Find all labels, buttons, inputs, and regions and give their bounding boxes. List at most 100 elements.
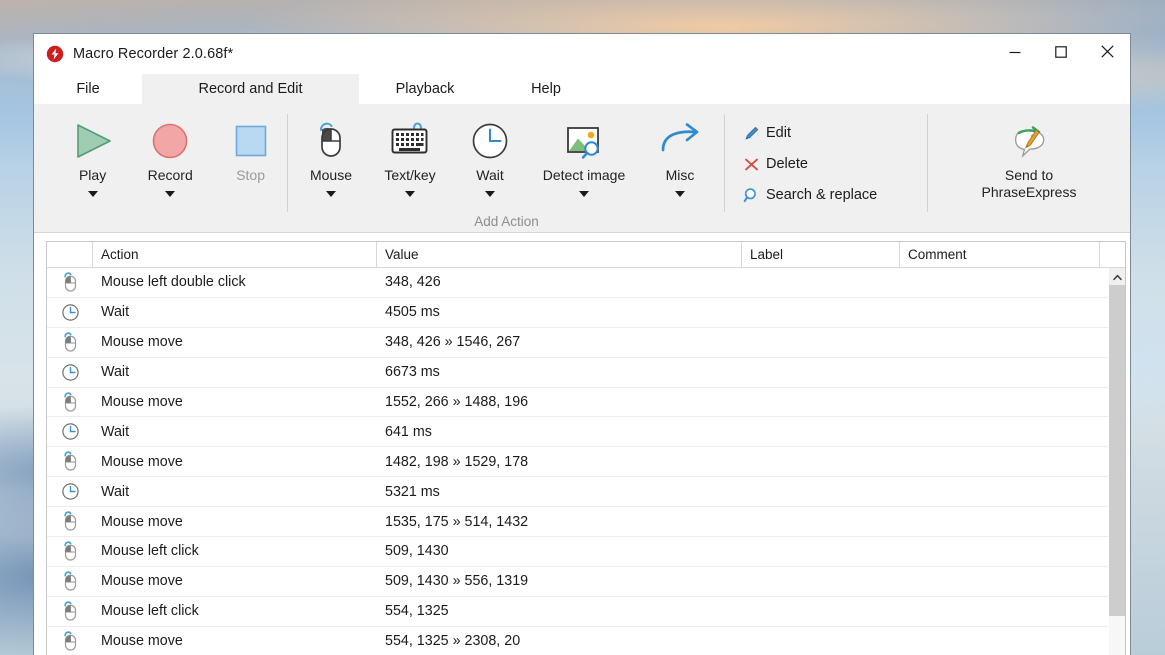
ribbon-group-edit-commands: Edit Delete Search & replace xyxy=(725,108,928,232)
tab-playback-label: Playback xyxy=(395,81,455,97)
ribbon-group-transport: Play Record Stop xyxy=(34,108,288,232)
edit-button[interactable]: Edit xyxy=(739,122,883,144)
stop-button[interactable]: Stop xyxy=(213,108,288,232)
window-controls xyxy=(992,34,1130,74)
table-row[interactable]: Mouse move 554, 1325 » 2308, 20 xyxy=(47,627,1108,655)
mouse-icon xyxy=(47,541,93,562)
row-action-cell: Wait xyxy=(101,483,130,500)
mouse-icon xyxy=(47,630,93,652)
row-value-cell: 348, 426 xyxy=(385,274,441,291)
ribbon-group-send-to: Send to PhraseExpress xyxy=(928,108,1130,232)
table-row[interactable]: Wait 5321 ms xyxy=(47,477,1108,508)
close-icon xyxy=(1100,45,1114,63)
ribbon-group-add-action: Mouse Text/key Wait Detect image Misc Ad… xyxy=(288,108,725,232)
row-action-cell: Mouse move xyxy=(101,334,183,351)
send-to-phraseexpress-button[interactable]: Send to PhraseExpress xyxy=(954,108,1104,232)
wait-label: Wait xyxy=(476,167,504,183)
row-value-cell: 554, 1325 xyxy=(385,603,449,620)
lightning-bolt-icon xyxy=(46,45,64,63)
record-button[interactable]: Record xyxy=(127,108,213,232)
tab-playback[interactable]: Playback xyxy=(359,74,491,104)
textkey-chevron-down-icon[interactable] xyxy=(405,190,415,197)
table-row[interactable]: Wait 6673 ms xyxy=(47,358,1108,388)
grid-vertical-scrollbar[interactable] xyxy=(1108,268,1125,655)
mouse-icon xyxy=(310,118,352,164)
mouse-icon xyxy=(47,272,93,293)
table-row[interactable]: Wait 4505 ms xyxy=(47,298,1108,328)
tab-help[interactable]: Help xyxy=(491,74,601,104)
record-chevron-down-icon[interactable] xyxy=(165,190,176,197)
search-and-replace-button[interactable]: Search & replace xyxy=(739,184,883,206)
magnifier-icon xyxy=(741,185,761,205)
mouse-icon xyxy=(47,511,93,532)
row-value-cell: 509, 1430 » 556, 1319 xyxy=(385,573,529,590)
edit-label: Edit xyxy=(766,125,791,141)
tab-record-and-edit[interactable]: Record and Edit xyxy=(142,74,359,104)
row-value-cell: 6673 ms xyxy=(385,364,440,381)
x-cross-icon xyxy=(741,154,761,174)
minimize-button[interactable] xyxy=(992,34,1038,74)
row-value-cell: 1482, 198 » 1529, 178 xyxy=(385,453,529,470)
mouse-icon xyxy=(47,451,93,472)
grid-header-row: Action Value Label Comment xyxy=(47,242,1125,268)
clock-icon xyxy=(47,482,93,501)
table-row[interactable]: Mouse left click 554, 1325 xyxy=(47,597,1108,627)
keyboard-icon xyxy=(387,118,433,164)
clock-icon xyxy=(47,422,93,441)
mouse-icon xyxy=(47,332,93,353)
record-circle-icon xyxy=(148,118,192,164)
scrollbar-thumb[interactable] xyxy=(1109,285,1125,616)
macro-recorder-window: Macro Recorder 2.0.68f* File Record and … xyxy=(33,33,1131,655)
wait-chevron-down-icon[interactable] xyxy=(485,190,495,197)
clock-icon xyxy=(47,303,93,322)
row-action-cell: Mouse move xyxy=(101,394,183,410)
table-row[interactable]: Mouse move 1535, 175 » 514, 1432 xyxy=(47,507,1108,538)
close-button[interactable] xyxy=(1084,34,1130,74)
minimize-icon xyxy=(1009,45,1021,63)
curved-arrow-icon xyxy=(654,118,706,164)
search-replace-label: Search & replace xyxy=(766,187,878,203)
column-header-filler xyxy=(1100,242,1125,267)
misc-label: Misc xyxy=(665,167,695,183)
column-header-action[interactable]: Action xyxy=(93,242,377,267)
action-list-grid: Action Value Label Comment Mouse left do… xyxy=(46,241,1126,655)
ribbon-tab-strip: File Record and Edit Playback Help xyxy=(34,74,1130,104)
column-header-label[interactable]: Label xyxy=(742,242,900,267)
scrollbar-track[interactable] xyxy=(1109,285,1125,655)
add-action-group-caption: Add Action xyxy=(474,214,539,229)
mouse-chevron-down-icon[interactable] xyxy=(326,190,336,197)
column-header-comment[interactable]: Comment xyxy=(900,242,1100,267)
play-button[interactable]: Play xyxy=(58,108,127,232)
table-row[interactable]: Mouse move 509, 1430 » 556, 1319 xyxy=(47,567,1108,597)
detect-image-chevron-down-icon[interactable] xyxy=(579,190,589,197)
chevron-up-icon xyxy=(1112,268,1122,286)
mouse-icon xyxy=(47,571,93,592)
title-bar: Macro Recorder 2.0.68f* xyxy=(34,34,1130,74)
table-row[interactable]: Mouse move 1482, 198 » 1529, 178 xyxy=(47,447,1108,478)
tab-file[interactable]: File xyxy=(34,74,142,104)
column-header-icon[interactable] xyxy=(47,242,93,267)
table-row[interactable]: Mouse left double click 348, 426 xyxy=(47,268,1108,298)
table-row[interactable]: Mouse move 1552, 266 » 1488, 196 xyxy=(47,388,1108,418)
stop-square-icon xyxy=(229,118,273,164)
row-action-cell: Wait xyxy=(101,304,130,321)
play-chevron-down-icon[interactable] xyxy=(87,190,98,197)
row-value-cell: 641 ms xyxy=(385,423,432,440)
delete-label: Delete xyxy=(766,156,808,172)
image-search-icon xyxy=(561,118,607,164)
table-row[interactable]: Mouse move 348, 426 » 1546, 267 xyxy=(47,328,1108,358)
delete-button[interactable]: Delete xyxy=(739,153,883,175)
play-triangle-icon xyxy=(71,118,115,164)
pencil-icon xyxy=(741,123,761,143)
scroll-up-button[interactable] xyxy=(1109,268,1125,285)
column-header-value[interactable]: Value xyxy=(377,242,742,267)
window-title: Macro Recorder 2.0.68f* xyxy=(73,46,234,62)
mouse-icon xyxy=(47,601,93,622)
maximize-button[interactable] xyxy=(1038,34,1084,74)
misc-chevron-down-icon[interactable] xyxy=(675,190,685,197)
table-row[interactable]: Mouse left click 509, 1430 xyxy=(47,537,1108,567)
send-to-label-line1: Send to xyxy=(1004,167,1054,183)
row-value-cell: 509, 1430 xyxy=(385,543,449,560)
table-row[interactable]: Wait 641 ms xyxy=(47,417,1108,448)
tab-record-label: Record and Edit xyxy=(198,81,303,97)
